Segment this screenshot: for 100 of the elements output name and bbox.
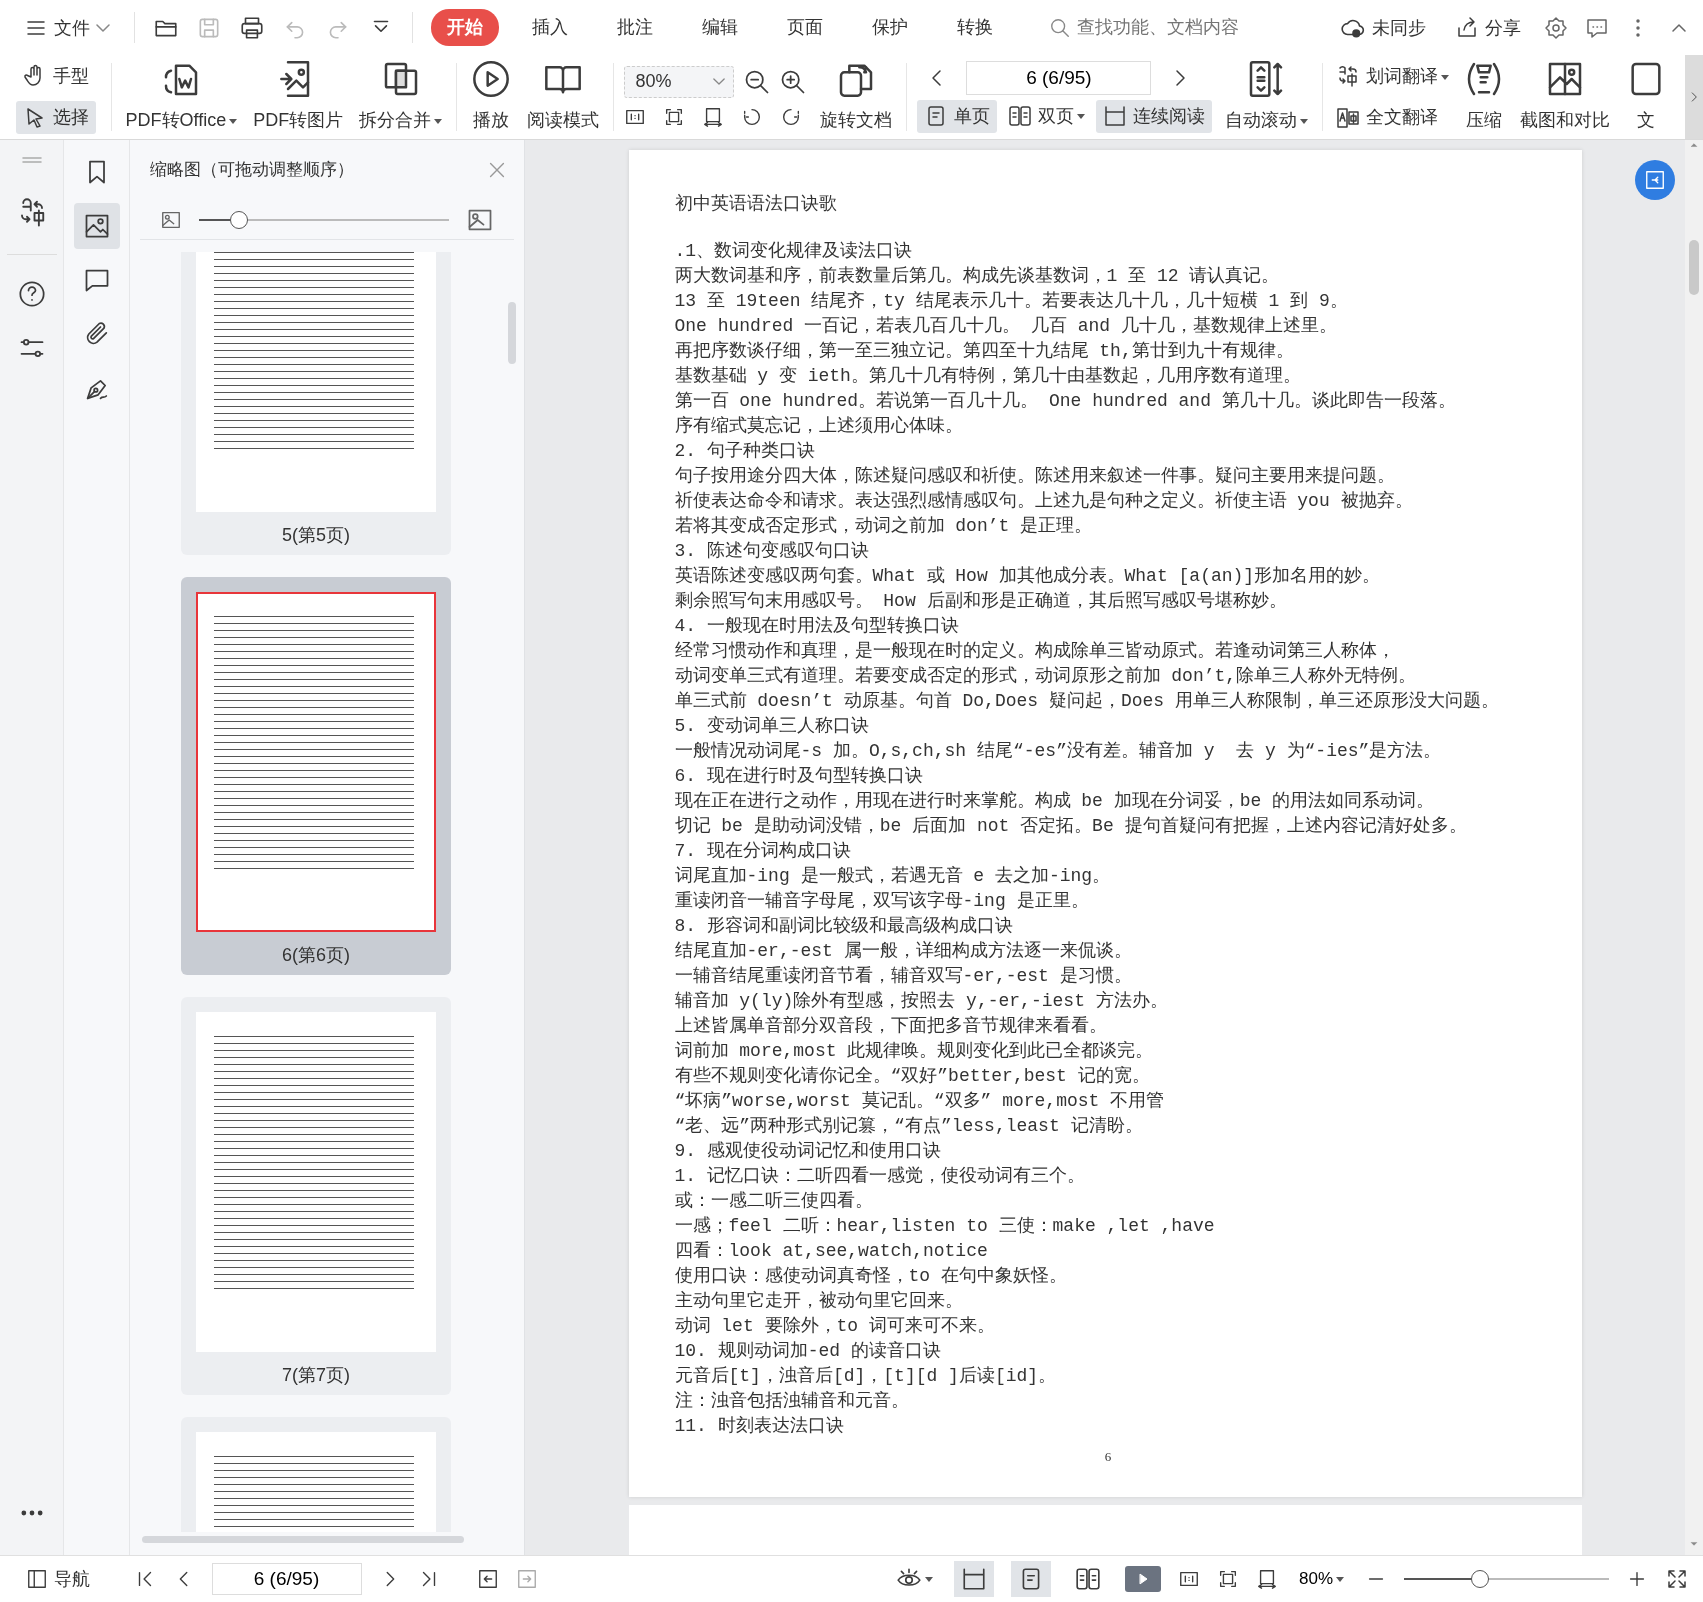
- single-page-button[interactable]: [1010, 1561, 1051, 1597]
- text-line: 两大数词基和序，前表数量后第几。构成先谈基数词，1 至 12 请认真记。: [674, 265, 1280, 288]
- text-line: 词尾直加-ing 是一般式，若遇无音 e 去之加-ing。: [674, 865, 1111, 888]
- zoom-select[interactable]: 80%: [624, 65, 735, 98]
- document-title: 初中英语语法口诀歌: [674, 193, 838, 216]
- share-button[interactable]: 分享: [1449, 11, 1527, 44]
- chevron-down-icon: [713, 78, 726, 86]
- text-line: “坏病”worse,worst 莫记乱。“双多” more,most 不用管: [674, 1090, 1165, 1113]
- continuous-page-icon: [1103, 104, 1128, 129]
- text-line: 注：浊音包括浊辅音和元音。: [674, 1390, 909, 1413]
- caret-icon: [924, 1576, 933, 1582]
- sync-button[interactable]: 未同步: [1334, 10, 1432, 45]
- fit-width-icon[interactable]: [702, 106, 725, 129]
- float-action-button[interactable]: [1635, 160, 1675, 200]
- pointer-tool[interactable]: 手型: [16, 59, 96, 93]
- ribbon-button[interactable]: 旋转文档: [811, 55, 900, 140]
- menu-tab[interactable]: 编辑: [686, 9, 754, 46]
- text-line: 6. 现在进行时及句型转换口诀: [674, 765, 923, 788]
- page-number-field[interactable]: 6 (6/95): [966, 61, 1152, 96]
- text-line: 现在正在进行之动作，用现在进行时来掌舵。构成 be 加现在分词妥，be 的用法如同系动词。: [674, 790, 1435, 813]
- print-icon[interactable]: [239, 14, 265, 41]
- view-mode-button[interactable]: 双页: [1001, 99, 1093, 133]
- text-line: 单三式前 doesn’t 动原基。句首 Do,Does 疑问起，Does 用单三人称限制，单三还原形没大问题。: [674, 690, 1499, 713]
- sidebar-panel-icon: [26, 1568, 48, 1590]
- ribbon-button[interactable]: 播放: [463, 55, 520, 140]
- text-line: 主动句里它走开，被动句里它回来。: [674, 1290, 963, 1313]
- thumbnail-label: 5(第5页): [282, 524, 350, 547]
- fullscreen-icon[interactable]: [1665, 1567, 1689, 1591]
- text-line: 词前加 more,most 此规律唤。规则变化到此已全都谈完。: [674, 1040, 1154, 1063]
- text-line: 动词变单三式有道理。若要变成否定的形式，动词原形之前加 don’t,除单三人称外无特例。: [674, 665, 1417, 688]
- text-line: 剩余照写句末用感叹号。 How 后副和形是正确道，其后照写感叹号堪称妙。: [674, 590, 1287, 613]
- slider-thumb[interactable]: [1470, 1570, 1489, 1588]
- text-line: 或：一感二听三使四看。: [674, 1190, 873, 1213]
- caret-icon: [1336, 1576, 1344, 1582]
- ribbon-button[interactable]: 文: [1617, 55, 1674, 139]
- search-field[interactable]: 查找功能、文档内容: [1048, 13, 1265, 42]
- text-line: 元音后[t]，浊音后[d]，[t][d ]后读[id]。: [674, 1365, 1057, 1388]
- menu-tab[interactable]: 页面: [771, 9, 839, 46]
- ribbon-button[interactable]: PDF转图片: [245, 55, 352, 140]
- settings-icon[interactable]: [1544, 15, 1568, 40]
- text-line: 句子按用途分四大体，陈述疑问感叹和祈使。陈述用来叙述一件事。疑问主要用来提问题。: [674, 465, 1395, 488]
- play-button[interactable]: [1124, 1566, 1161, 1592]
- text-line: 基数基础 y 变 ieth。第几十几有特例，第几十由基数起，几用序数有道理。: [674, 365, 1301, 388]
- fit-width-icon[interactable]: [1255, 1568, 1278, 1590]
- text-line: 4. 一般现在时用法及句型转换口诀: [674, 615, 959, 638]
- text-line: 英语陈述变感叹两句套。What 或 How 加其他成分表。What [a(an)]形加名用的妙。: [674, 565, 1381, 588]
- navigation-button[interactable]: 导航: [20, 1564, 96, 1594]
- text-line: 动词 let 要除外，to 词可来可不来。: [674, 1315, 995, 1338]
- text-line: 2. 句子种类口诀: [674, 440, 815, 463]
- thumbnail-card[interactable]: 5(第5页): [181, 252, 451, 555]
- text-line: 一感；feel 二听：hear,listen to 三使：make ,let ,have: [674, 1215, 1215, 1238]
- menu-tab[interactable]: 保护: [856, 9, 924, 46]
- text-line: 7. 现在分词构成口诀: [674, 840, 851, 863]
- panel-title: 缩略图（可拖动调整顺序）: [150, 159, 354, 182]
- help-icon[interactable]: [17, 280, 46, 308]
- page-number: 6: [1104, 1448, 1112, 1466]
- ribbon-button[interactable]: 拆分合并: [351, 55, 451, 140]
- text-line: 经常习惯动作和真理，是一般现在时的定义。构成除单三皆动原式。若逢动词第三人称体，: [674, 640, 1395, 663]
- menu-tab[interactable]: 批注: [601, 9, 669, 46]
- text-line: 一辅音结尾重读闭音节看，辅音双写-er,-est 是习惯。: [674, 965, 1132, 988]
- ribbon-button[interactable]: 划词翻译: [1328, 59, 1456, 93]
- text-line: 一般情况动词尾-s 加。O,s,ch,sh 结尾“-es”没有差。辅音加 y 去 y 为“-ies”是方法。: [674, 740, 1442, 763]
- menu-tab[interactable]: 开始: [431, 9, 499, 46]
- slider-thumb[interactable]: [230, 210, 248, 229]
- menu-tab[interactable]: 转换: [941, 9, 1009, 46]
- continuous-view-button[interactable]: [953, 1561, 994, 1597]
- pointer-tool[interactable]: 选择: [16, 101, 96, 135]
- continuous-page-icon: [960, 1566, 987, 1592]
- ribbon-button[interactable]: PDF转Office: [117, 55, 246, 140]
- scroll-down-icon[interactable]: [1689, 1539, 1699, 1549]
- ribbon-button[interactable]: 阅读模式: [519, 55, 608, 140]
- back-icon[interactable]: [477, 1568, 499, 1590]
- scrollbar-thumb[interactable]: [142, 1536, 464, 1543]
- text-line: 9. 感观使役动词记忆和使用口诀: [674, 1140, 941, 1163]
- text-line: 序有缩式莫忘记，上述须用心体味。: [674, 414, 963, 438]
- ribbon-button[interactable]: 压缩: [1455, 55, 1512, 139]
- thumbnail-label: 7(第7页): [282, 1364, 350, 1387]
- thumbnail-card[interactable]: 7(第7页): [181, 997, 451, 1395]
- text-line: 再把序数谈仔细，第一至三独立记。第四至十九结尾 th,第廿到九十有规律。: [674, 340, 1294, 363]
- text-line: 11. 时刻表达法口诀: [674, 1415, 844, 1438]
- zoom-select[interactable]: 80%: [1294, 1564, 1348, 1594]
- scrollbar-thumb[interactable]: [1689, 240, 1699, 295]
- scrollbar-thumb[interactable]: [508, 302, 516, 364]
- side-tab[interactable]: [73, 202, 120, 249]
- view-mode-button[interactable]: 单页: [916, 99, 997, 133]
- ribbon-button[interactable]: 截图和对比: [1511, 55, 1618, 139]
- thumbnail-card[interactable]: 6(第6页): [181, 577, 451, 975]
- text-line: 13 至 19teen 结尾齐，ty 结尾表示几十。若要表达几十几，几十短横 1 到 9。: [674, 290, 1348, 313]
- page-number-field[interactable]: 6 (6/95): [211, 1563, 362, 1595]
- view-mode-button[interactable]: 连续阅读: [1096, 99, 1213, 133]
- ribbon-button[interactable]: 全文翻译: [1328, 101, 1456, 135]
- file-menu[interactable]: 文件: [18, 11, 116, 44]
- text-line: 四看：look at,see,watch,notice: [674, 1240, 988, 1263]
- document-translate-icon: [1335, 105, 1360, 130]
- text-line: 第一百 one hundred。若说第一百几十几。 One hundred and 第几十几。谈此即告一段落。: [674, 390, 1456, 413]
- share-icon: [1455, 15, 1479, 40]
- chevron-down-icon: [96, 23, 110, 32]
- menu-tab[interactable]: 插入: [516, 9, 584, 46]
- ribbon-button[interactable]: 自动滚动: [1216, 55, 1316, 140]
- text-line: 1. 记忆口诀：二听四看一感觉，使役动词有三个。: [674, 1165, 1085, 1188]
